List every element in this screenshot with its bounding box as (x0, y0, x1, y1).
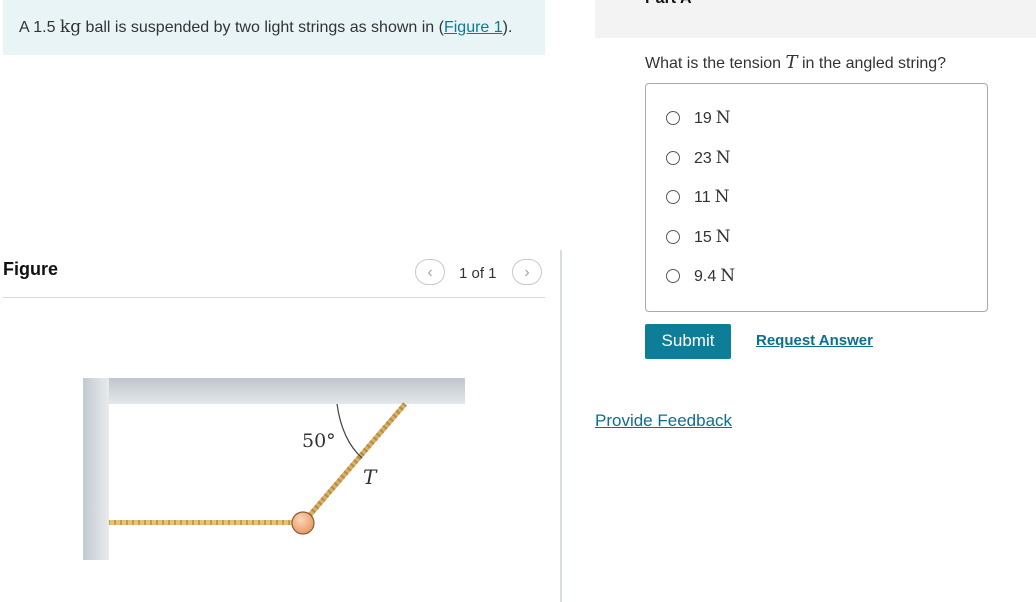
ball (291, 511, 315, 535)
previous-figure-button[interactable]: ‹ (415, 259, 445, 285)
choice-4[interactable]: 15 N (666, 225, 731, 249)
answer-choices: 19 N 23 N 11 N 15 N 9.4 N (645, 83, 988, 312)
problem-text-end: ). (502, 19, 513, 36)
choice-label: 23 N (694, 148, 731, 168)
radio-button[interactable] (666, 230, 680, 244)
provide-feedback-link[interactable]: Provide Feedback (595, 411, 732, 431)
next-figure-button[interactable]: › (512, 259, 542, 285)
radio-button[interactable] (666, 111, 680, 125)
tension-label: T (363, 465, 378, 489)
choice-label: 15 N (694, 227, 731, 247)
question-variable: T (785, 52, 798, 73)
request-answer-link[interactable]: Request Answer (756, 332, 873, 349)
page: A 1.5 kg ball is suspended by two light … (0, 0, 1036, 602)
chevron-left-icon: ‹ (427, 264, 433, 281)
choice-1[interactable]: 19 N (666, 106, 731, 130)
ceiling (83, 378, 465, 404)
choice-label: 9.4 N (694, 266, 736, 286)
part-title: Part A (645, 0, 692, 8)
figure-pager-text: 1 of 1 (459, 265, 497, 282)
question-text: What is the tension T in the angled stri… (645, 52, 946, 73)
figure-link[interactable]: Figure 1 (444, 19, 503, 36)
radio-button[interactable] (666, 190, 680, 204)
angle-label: 50° (302, 430, 336, 452)
panel-separator (560, 250, 562, 602)
submit-button[interactable]: Submit (645, 324, 731, 359)
wall (83, 378, 109, 560)
problem-text: A 1.5 kg ball is suspended by two light … (19, 17, 512, 37)
figure-diagram: 50° T (83, 378, 465, 560)
problem-text-middle: ball is suspended by two light strings a… (81, 19, 444, 36)
choice-3[interactable]: 11 N (666, 185, 729, 209)
horizontal-string (109, 520, 298, 525)
question-text-start: What is the tension (645, 55, 786, 72)
problem-statement: A 1.5 kg ball is suspended by two light … (3, 0, 545, 55)
choice-label: 11 N (694, 187, 730, 207)
figure-divider (3, 297, 545, 298)
mass-unit: kg (59, 17, 82, 37)
chevron-right-icon: › (524, 264, 530, 281)
choice-5[interactable]: 9.4 N (666, 264, 735, 288)
radio-button[interactable] (666, 151, 680, 165)
radio-button[interactable] (666, 269, 680, 283)
part-header: Part A (595, 0, 1036, 38)
figure-heading: Figure (3, 259, 59, 279)
choice-2[interactable]: 23 N (666, 146, 731, 170)
question-text-end: in the angled string? (797, 55, 947, 72)
problem-text-start: A 1.5 (19, 19, 60, 36)
choice-label: 19 N (694, 108, 731, 128)
